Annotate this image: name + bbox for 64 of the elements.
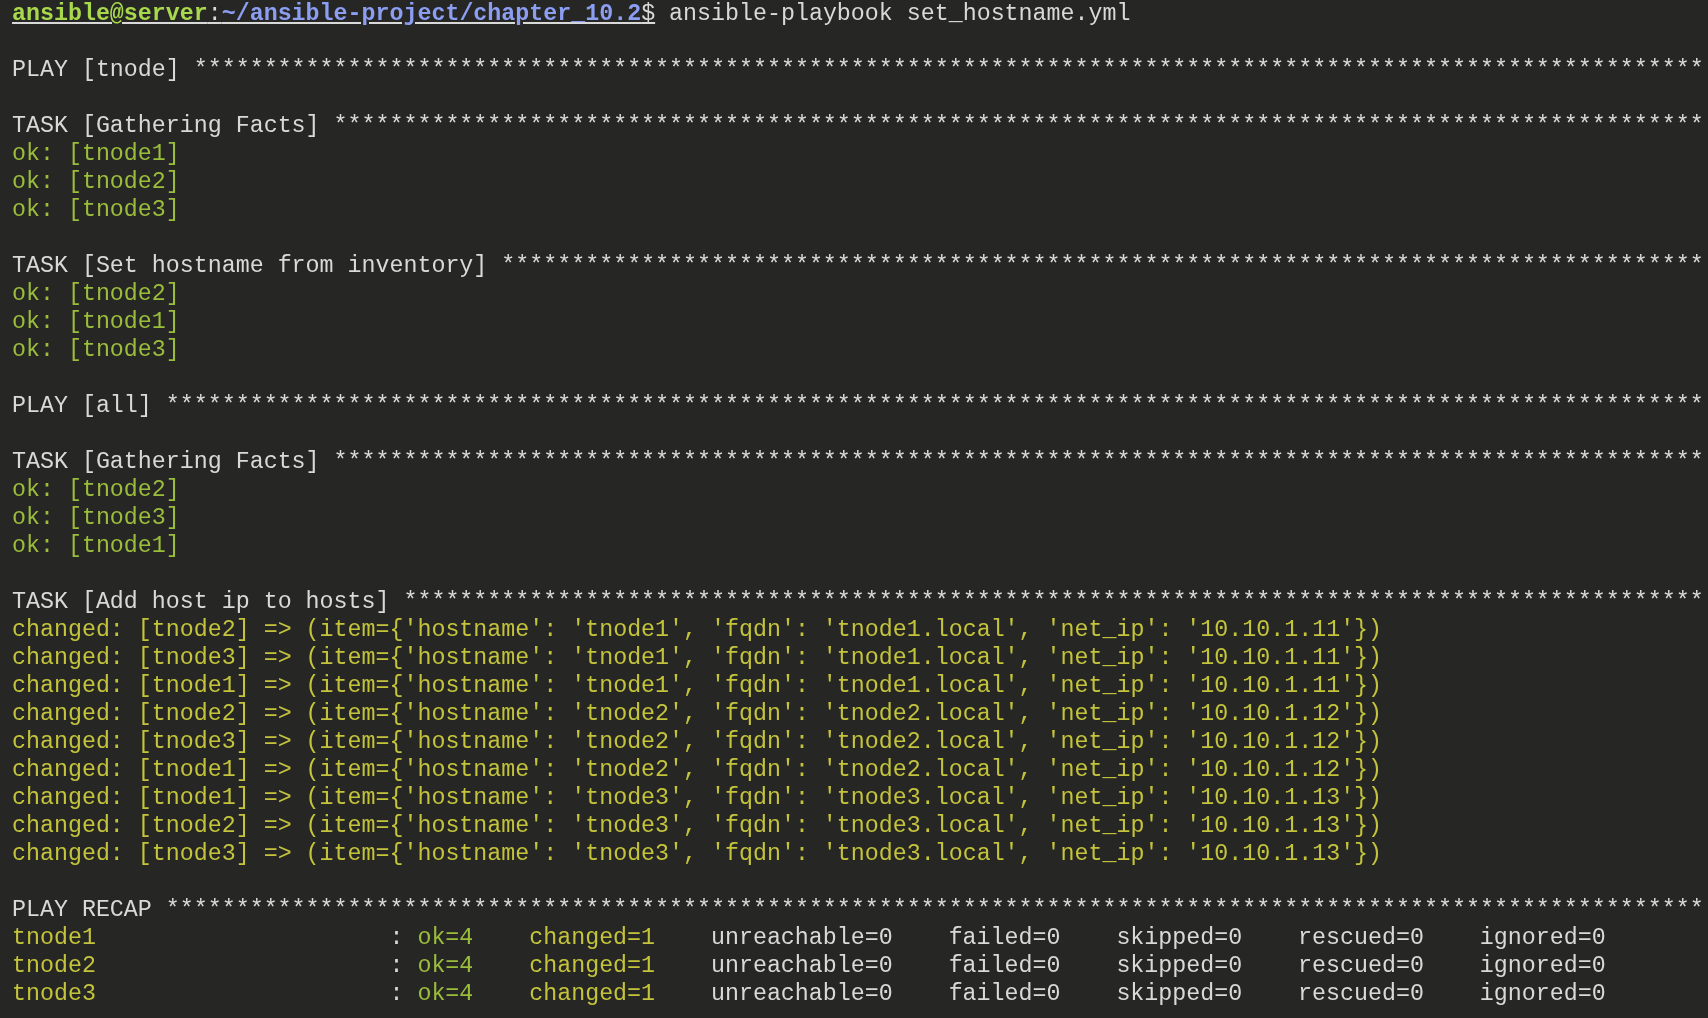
recap-stat: rescued=0 (1298, 953, 1424, 979)
recap-stat: ok=4 (417, 953, 474, 979)
changed-result-line: changed: [tnode2] => (item={'hostname': 'tnode1', 'fqdn': 'tnode1.local', 'net_ip': '10.10.1.11'}) (12, 616, 1383, 644)
recap-stat: changed=1 (529, 981, 656, 1007)
ok-result-line: ok: [tnode3] (12, 336, 180, 364)
separator-stars: ************************************************************************************************************** (165, 896, 1704, 924)
ok-result-line: ok: [tnode1] (12, 532, 180, 560)
changed-result-line: changed: [tnode1] => (item={'hostname': 'tnode1', 'fqdn': 'tnode1.local', 'net_ip': '10.10.1.11'}) (12, 672, 1383, 700)
ok-result-line: ok: [tnode2] (12, 168, 180, 196)
section-header: TASK [Gathering Facts] (12, 448, 320, 476)
recap-host: tnode1 (12, 924, 97, 952)
ok-result-line: ok: [tnode3] (12, 504, 180, 532)
changed-result-line: changed: [tnode3] => (item={'hostname': 'tnode1', 'fqdn': 'tnode1.local', 'net_ip': '10.10.1.11'}) (12, 644, 1383, 672)
recap-stat: unreachable=0 (710, 981, 893, 1007)
recap-stat: skipped=0 (1116, 953, 1243, 979)
prompt-colon: : (207, 0, 222, 28)
command-text: ansible-playbook set_hostname.yml (669, 0, 1131, 28)
separator-stars: ************************************************************************************************************ (193, 56, 1704, 84)
section-header: PLAY [all] (12, 392, 152, 420)
recap-colon: : (389, 952, 404, 980)
section-header: TASK [Gathering Facts] (12, 112, 320, 140)
separator-stars: ************************************************************************************************************** (165, 392, 1704, 420)
separator-stars: ************************************************************************************** (501, 252, 1704, 280)
recap-stat: changed=1 (529, 953, 656, 979)
recap-stat: rescued=0 (1298, 925, 1424, 951)
ok-result-line: ok: [tnode2] (12, 476, 180, 504)
recap-stat: ok=4 (417, 981, 474, 1007)
ok-result-line: ok: [tnode3] (12, 196, 180, 224)
changed-result-line: changed: [tnode3] => (item={'hostname': 'tnode3', 'fqdn': 'tnode3.local', 'net_ip': '10.10.1.13'}) (12, 840, 1383, 868)
recap-stat: rescued=0 (1298, 981, 1424, 1007)
prompt-path: ~/ansible-project/chapter_10.2 (221, 0, 642, 28)
prompt-symbol: $ (641, 0, 656, 28)
recap-colon: : (389, 980, 404, 1008)
recap-stat: skipped=0 (1116, 981, 1243, 1007)
recap-stat: ignored=0 (1479, 925, 1606, 951)
changed-result-line: changed: [tnode3] => (item={'hostname': 'tnode2', 'fqdn': 'tnode2.local', 'net_ip': '10.10.1.12'}) (12, 728, 1383, 756)
section-header: TASK [Add host ip to hosts] (12, 588, 390, 616)
recap-host: tnode2 (12, 952, 97, 980)
recap-colon: : (389, 924, 404, 952)
recap-stat: failed=0 (948, 953, 1061, 979)
recap-stat: failed=0 (948, 981, 1061, 1007)
ok-result-line: ok: [tnode1] (12, 140, 180, 168)
recap-stat: ok=4 (417, 925, 474, 951)
ok-result-line: ok: [tnode2] (12, 280, 180, 308)
prompt-user: ansible@server (12, 0, 208, 28)
recap-stat: failed=0 (948, 925, 1061, 951)
recap-stat: unreachable=0 (710, 925, 893, 951)
changed-result-line: changed: [tnode1] => (item={'hostname': 'tnode3', 'fqdn': 'tnode3.local', 'net_ip': '10.10.1.13'}) (12, 784, 1383, 812)
changed-result-line: changed: [tnode2] => (item={'hostname': 'tnode2', 'fqdn': 'tnode2.local', 'net_ip': '10.10.1.12'}) (12, 700, 1383, 728)
recap-stat: ignored=0 (1479, 953, 1606, 979)
recap-stat: unreachable=0 (710, 953, 893, 979)
recap-stat: changed=1 (529, 925, 656, 951)
changed-result-line: changed: [tnode2] => (item={'hostname': 'tnode3', 'fqdn': 'tnode3.local', 'net_ip': '10.10.1.13'}) (12, 812, 1383, 840)
section-header: PLAY RECAP (12, 896, 152, 924)
ok-result-line: ok: [tnode1] (12, 308, 180, 336)
separator-stars: ************************************************************************************************** (333, 448, 1704, 476)
changed-result-line: changed: [tnode1] => (item={'hostname': 'tnode2', 'fqdn': 'tnode2.local', 'net_ip': '10.10.1.12'}) (12, 756, 1383, 784)
section-header: PLAY [tnode] (12, 56, 180, 84)
recap-stat: ignored=0 (1479, 981, 1606, 1007)
section-header: TASK [Set hostname from inventory] (12, 252, 488, 280)
recap-host: tnode3 (12, 980, 97, 1008)
separator-stars: ********************************************************************************************* (403, 588, 1704, 616)
recap-stat: skipped=0 (1116, 925, 1243, 951)
separator-stars: ************************************************************************************************** (333, 112, 1704, 140)
